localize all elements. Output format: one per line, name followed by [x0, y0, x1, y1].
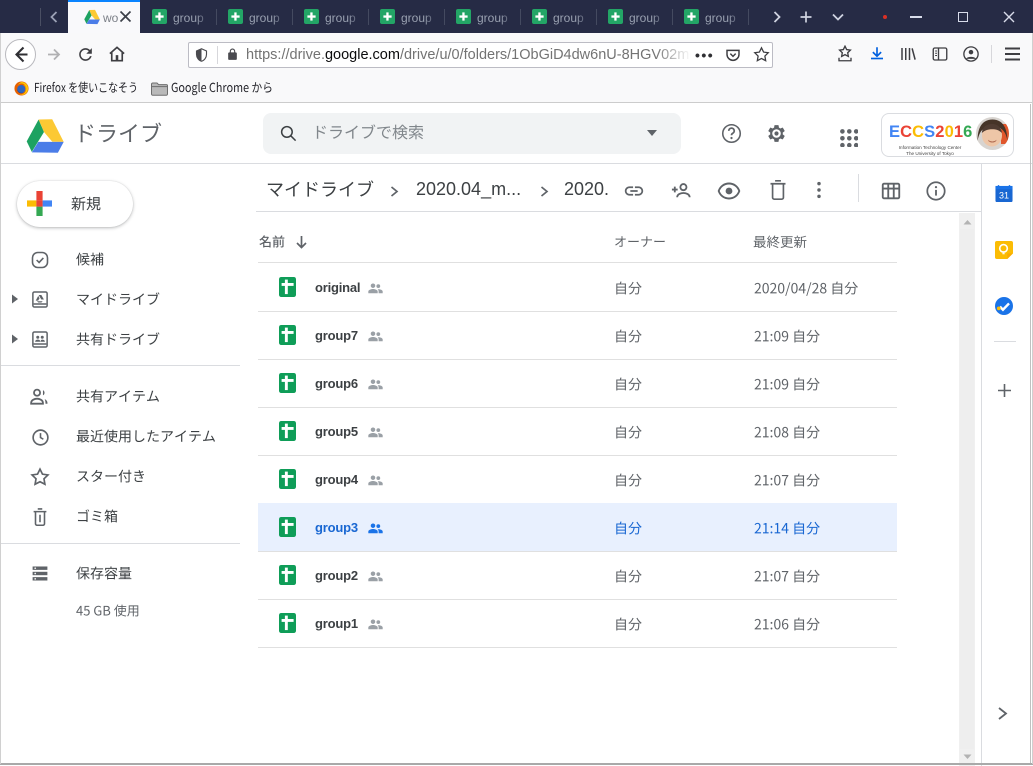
svg-text:31: 31 — [999, 191, 1009, 201]
